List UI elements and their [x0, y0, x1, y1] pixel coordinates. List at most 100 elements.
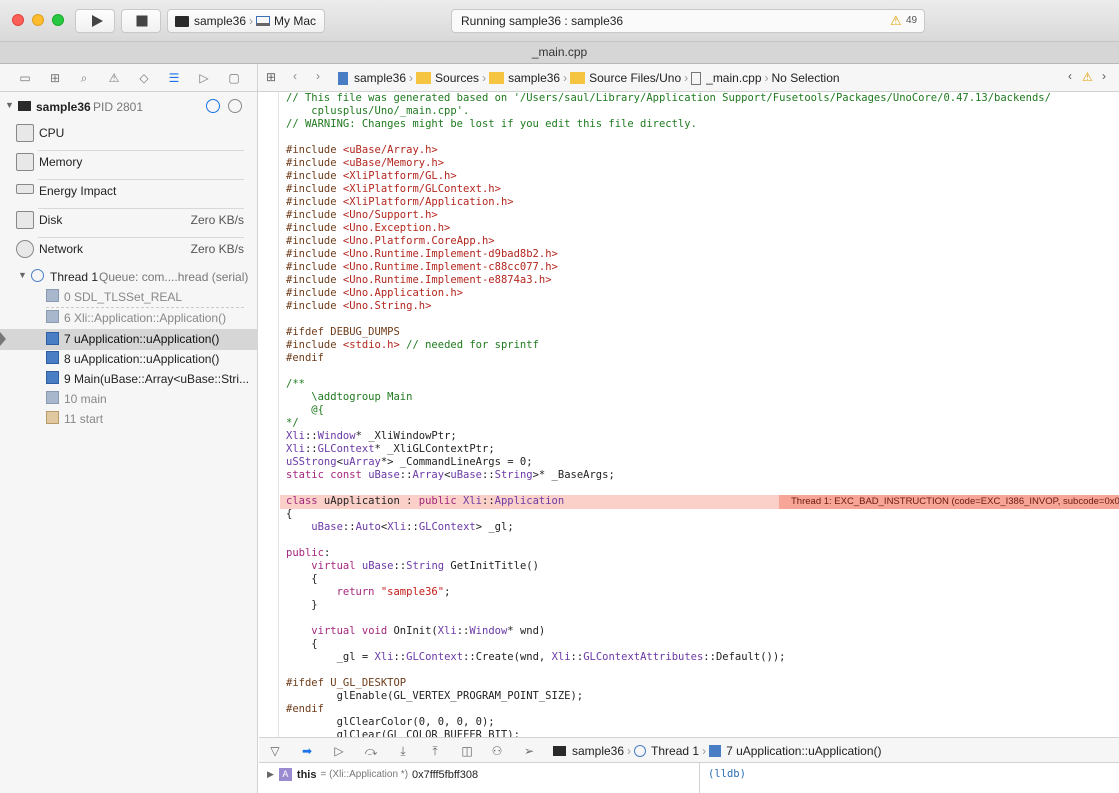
back-arrow-icon[interactable]: ‹ — [293, 69, 297, 83]
code-listing: // This file was generated based on '/Us… — [286, 92, 1051, 737]
gauge-energy[interactable]: Energy Impact — [0, 182, 258, 202]
project-file-icon — [338, 71, 348, 85]
variables-view: ▶ A this = (Xli::Application *) 0x7fff5f… — [259, 763, 700, 793]
frame-label: 10 main — [64, 392, 107, 406]
thread-view-icon[interactable] — [228, 99, 242, 113]
disclosure-triangle-icon[interactable]: ▼ — [18, 270, 27, 280]
simulate-location-icon[interactable]: ➢ — [521, 743, 537, 759]
variable-value: 0x7fff5fbff308 — [412, 768, 479, 781]
report-icon[interactable]: ▢ — [226, 70, 242, 86]
disk-icon — [16, 211, 34, 229]
scheme-device: My Mac — [274, 14, 317, 28]
disclosure-triangle-icon[interactable]: ▶ — [267, 769, 274, 780]
gauge-label: Energy Impact — [39, 184, 117, 198]
frame-user-icon — [46, 371, 59, 384]
frame-user-icon — [46, 332, 59, 345]
run-button[interactable] — [75, 9, 115, 33]
memory-graph-icon[interactable]: ⚇ — [489, 743, 505, 759]
stack-frame[interactable]: 6 Xli::Application::Application() — [0, 309, 258, 329]
stack-frame[interactable]: 9 Main(uBase::Array<uBase::Stri... — [0, 370, 258, 390]
frame-system-icon — [46, 411, 59, 424]
hierarchy-icon[interactable]: ⊞ — [47, 70, 63, 86]
zoom-window-button[interactable] — [52, 14, 64, 26]
stack-frame[interactable]: 11 start — [0, 410, 258, 430]
navigator-selector-bar: ▭ ⊞ ⌕ ⚠ ◇ ☰ ▷ ▢ — [0, 64, 258, 92]
breadcrumb-item[interactable]: No Selection — [772, 71, 840, 85]
chevron-right-icon: › — [409, 71, 414, 85]
search-icon[interactable]: ⌕ — [76, 70, 92, 86]
gauge-cpu[interactable]: CPU — [0, 124, 258, 144]
breadcrumb-item[interactable]: sample36 — [354, 71, 406, 85]
close-window-button[interactable] — [12, 14, 24, 26]
hide-debug-area-icon[interactable]: ▽ — [267, 743, 283, 759]
test-diamond-icon[interactable]: ◇ — [136, 70, 152, 86]
next-issue-icon[interactable]: › — [1102, 69, 1106, 83]
gauge-label: Disk — [39, 213, 63, 227]
variable-row[interactable]: ▶ A this = (Xli::Application *) 0x7fff5f… — [267, 768, 478, 781]
scheme-selector[interactable]: sample36 › My Mac — [167, 9, 325, 33]
debug-thread[interactable]: Thread 1 — [651, 744, 699, 758]
breakpoints-toggle-icon[interactable]: ➡ — [299, 743, 315, 759]
frame-label: 9 Main(uBase::Array<uBase::Stri... — [64, 372, 250, 386]
forward-arrow-icon[interactable]: › — [316, 69, 320, 83]
stack-frame[interactable]: 8 uApplication::uApplication() — [0, 350, 258, 370]
laptop-icon — [256, 16, 271, 26]
breadcrumb-item[interactable]: sample36 — [508, 71, 560, 85]
breadcrumb-item[interactable]: Source Files/Uno — [589, 71, 681, 85]
continue-icon[interactable]: ▷ — [331, 743, 347, 759]
gauge-disk[interactable]: Disk Zero KB/s — [0, 211, 258, 231]
gauge-network[interactable]: Network Zero KB/s — [0, 240, 258, 260]
gauge-memory[interactable]: Memory — [0, 153, 258, 173]
debug-bar: ▽ ➡ ▷ ⤼ ⤓ ⤒ ◫ ⚇ ➢ sample36 › Thread 1 › … — [259, 737, 1119, 763]
source-editor[interactable]: Thread 1: EXC_BAD_INSTRUCTION (code=EXC_… — [259, 92, 1119, 737]
terminal-icon — [175, 15, 189, 27]
step-into-icon[interactable]: ⤓ — [395, 743, 411, 759]
breadcrumb-item[interactable]: _main.cpp — [706, 71, 761, 85]
disclosure-triangle-icon[interactable]: ▼ — [5, 100, 14, 110]
warning-count: 49 — [906, 15, 918, 26]
thread-row[interactable]: ▼ Thread 1 Queue: com....hread (serial) — [0, 268, 258, 288]
issue-warning-icon[interactable]: ⚠ — [106, 70, 122, 86]
frame-label: 11 start — [64, 412, 104, 426]
debug-navigator: ▼ sample36 PID 2801 CPU Memory Energy Im… — [0, 92, 258, 793]
divider — [46, 307, 244, 308]
frame-label: 0 SDL_TLSSet_REAL — [64, 290, 183, 304]
previous-issue-icon[interactable]: ‹ — [1068, 69, 1072, 83]
console-prompt: (lldb) — [708, 768, 746, 780]
stack-frame-selected[interactable]: 7 uApplication::uApplication() — [0, 329, 258, 350]
chevron-right-icon: › — [764, 71, 769, 85]
cpp-file-icon — [691, 71, 702, 85]
related-items-icon[interactable]: ⊞ — [266, 70, 276, 84]
gauge-toggle-icon[interactable] — [206, 99, 220, 113]
view-hierarchy-icon[interactable]: ◫ — [459, 743, 475, 759]
activity-view[interactable]: Running sample36 : sample36 ⚠ 49 — [451, 9, 925, 33]
lldb-console[interactable]: (lldb) — [700, 763, 1119, 793]
breadcrumb-item[interactable]: Sources — [435, 71, 479, 85]
variable-type-icon: A — [278, 768, 292, 781]
folder-icon[interactable]: ▭ — [17, 70, 33, 86]
terminal-icon — [18, 101, 31, 111]
minimize-window-button[interactable] — [32, 14, 44, 26]
frame-label: 7 uApplication::uApplication() — [64, 332, 220, 346]
thread-queue: Queue: com....hread (serial) — [99, 270, 249, 284]
chevron-right-icon: › — [249, 14, 254, 28]
debug-frame[interactable]: 7 uApplication::uApplication() — [726, 744, 881, 758]
issue-warning-icon[interactable]: ⚠ — [1082, 70, 1093, 84]
chevron-right-icon: › — [684, 71, 689, 85]
stack-frame[interactable]: 10 main — [0, 390, 258, 410]
debug-process[interactable]: sample36 — [572, 744, 624, 758]
current-frame-marker-icon — [0, 332, 6, 346]
debug-navigator-icon[interactable]: ☰ — [166, 70, 182, 86]
breakpoint-icon[interactable]: ▷ — [196, 70, 212, 86]
chevron-right-icon: › — [627, 744, 632, 758]
step-over-icon[interactable]: ⤼ — [363, 743, 379, 759]
step-out-icon[interactable]: ⤒ — [427, 743, 443, 759]
editor-tab[interactable]: _main.cpp — [0, 42, 1119, 64]
process-row[interactable]: ▼ sample36 PID 2801 — [0, 98, 258, 118]
stop-button[interactable] — [121, 9, 161, 33]
frame-user-icon — [46, 289, 59, 302]
editor-gutter[interactable] — [259, 92, 279, 737]
stack-frame[interactable]: 0 SDL_TLSSet_REAL — [0, 288, 258, 308]
gauge-label: CPU — [39, 126, 65, 140]
gauge-value: Zero KB/s — [190, 213, 244, 227]
